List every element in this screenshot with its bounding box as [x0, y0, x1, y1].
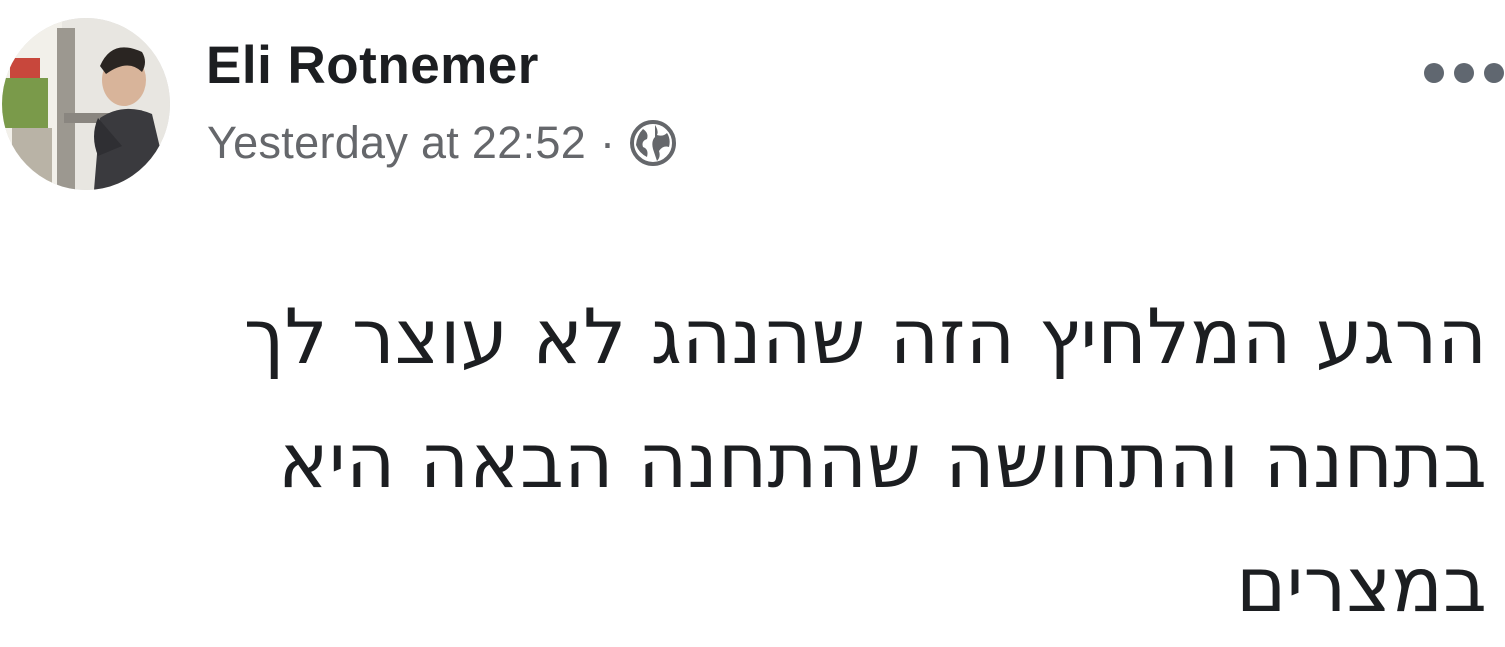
post-card: Eli Rotnemer Yesterday at 22:52 · הרגע ה…	[0, 0, 1505, 630]
globe-icon[interactable]	[629, 119, 677, 167]
post-text-line: הרגע המלחיץ הזה שהנהג לא עוצר לך	[243, 292, 1487, 381]
meta-separator: ·	[600, 117, 616, 168]
post-text-line: במצרים	[1236, 540, 1487, 629]
more-dot-icon	[1454, 63, 1474, 83]
more-options-button[interactable]	[1424, 56, 1504, 90]
post-text-line: בתחנה והתחושה שהתחנה הבאה היא	[277, 416, 1487, 505]
avatar-photo	[2, 18, 170, 190]
more-dot-icon	[1484, 63, 1504, 83]
author-avatar[interactable]	[2, 18, 170, 190]
post-timestamp[interactable]: Yesterday at 22:52	[207, 112, 586, 174]
post-body-text: הרגע המלחיץ הזה שהנהג לא עוצר לך בתחנה ו…	[27, 275, 1487, 647]
post-meta: Yesterday at 22:52 ·	[207, 112, 677, 174]
author-name[interactable]: Eli Rotnemer	[206, 33, 539, 99]
more-dot-icon	[1424, 63, 1444, 83]
